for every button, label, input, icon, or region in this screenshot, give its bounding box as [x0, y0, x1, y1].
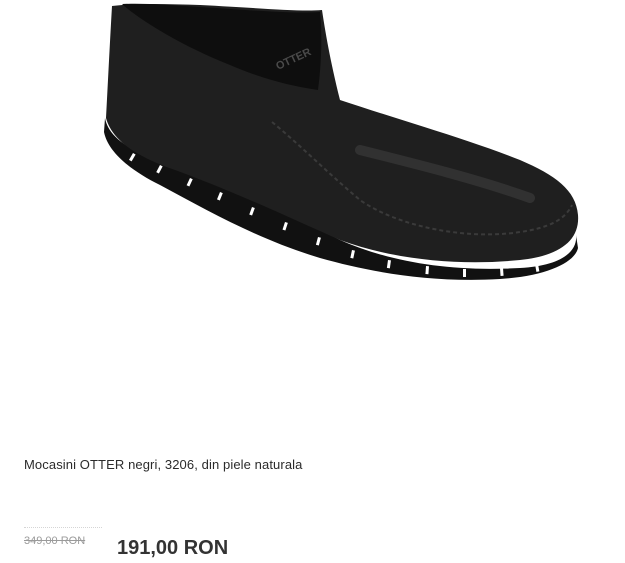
product-title[interactable]: Mocasini OTTER negri, 3206, din piele na… [24, 457, 302, 472]
current-price: 191,00 RON [117, 537, 229, 559]
product-card[interactable]: OTTER Mocasini OTTER negri, 3206, din pi… [0, 0, 625, 563]
product-image[interactable]: OTTER [0, 0, 625, 330]
shoe-upper [106, 4, 579, 263]
price-row: 349,00 RON 191,00 RON [24, 525, 424, 561]
old-price: 349,00 RON [24, 535, 86, 547]
loafer-shoe-image: OTTER [104, 3, 579, 280]
price-divider [24, 527, 102, 528]
